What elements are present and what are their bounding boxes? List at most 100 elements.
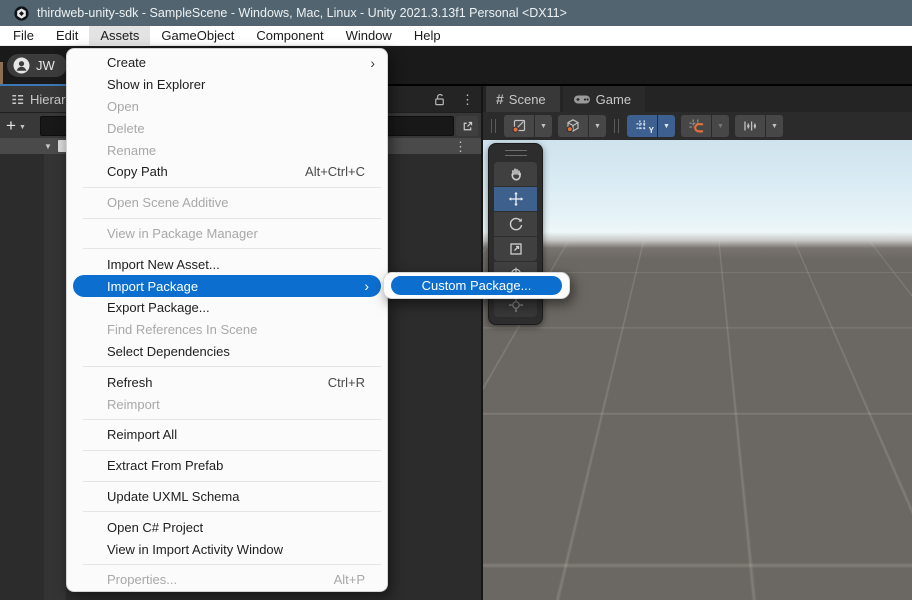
hierarchy-list-icon [10, 92, 25, 107]
submenu-arrow-icon: › [370, 56, 375, 70]
scene-row-kebab-icon[interactable]: ⋮ [454, 140, 467, 153]
add-object-button[interactable]: + ▼ [6, 113, 26, 139]
snap-toggle-button[interactable] [681, 115, 711, 137]
menu-item-custom-package[interactable]: Custom Package... [391, 276, 562, 295]
menu-window[interactable]: Window [335, 26, 403, 45]
hand-tool-icon [508, 166, 524, 182]
tab-game-label: Game [596, 92, 631, 107]
snap-increment-dropdown[interactable]: ▼ [766, 115, 783, 137]
menu-item-export-package[interactable]: Export Package... [67, 297, 387, 319]
toolbar-drag-handle[interactable] [491, 119, 496, 133]
menu-item-reimport: Reimport [67, 393, 387, 415]
menu-separator [83, 187, 381, 188]
shortcut-label: Ctrl+R [328, 375, 365, 390]
title-bar: thirdweb-unity-sdk - SampleScene - Windo… [0, 0, 912, 26]
menu-item-reimport-all[interactable]: Reimport All [67, 424, 387, 446]
tool-settings-icon [511, 118, 527, 134]
tool-settings-button[interactable] [504, 115, 534, 137]
tab-game[interactable]: Game [563, 86, 645, 112]
import-package-submenu: Custom Package... [383, 272, 570, 299]
menu-item-create[interactable]: Create › [67, 52, 387, 74]
ground-grid [482, 140, 912, 237]
menu-separator [83, 366, 381, 367]
menu-item-update-uxml-schema[interactable]: Update UXML Schema [67, 486, 387, 508]
menu-component[interactable]: Component [245, 26, 334, 45]
custom-tool-icon [508, 297, 524, 313]
window-title: thirdweb-unity-sdk - SampleScene - Windo… [37, 6, 567, 20]
menu-bar: File Edit Assets GameObject Component Wi… [0, 26, 912, 46]
menu-separator [83, 248, 381, 249]
scene-viewport[interactable] [482, 140, 912, 600]
submenu-arrow-icon: › [364, 279, 369, 293]
unity-window: thirdweb-unity-sdk - SampleScene - Windo… [0, 0, 912, 600]
menu-assets[interactable]: Assets [89, 26, 150, 45]
snap-dropdown: ▼ [712, 115, 729, 137]
grid-toggle-icon [635, 119, 650, 134]
account-label: JW [36, 58, 55, 73]
grid-icon: # [496, 91, 504, 107]
menu-file[interactable]: File [2, 26, 45, 45]
menu-item-properties: Properties... Alt+P [67, 569, 387, 591]
shortcut-label: Alt+P [334, 572, 365, 587]
tab-scene-label: Scene [509, 92, 546, 107]
menu-item-refresh[interactable]: Refresh Ctrl+R [67, 371, 387, 393]
view-options-dropdown[interactable]: ▼ [589, 115, 606, 137]
scene-view-panel: # Scene Game [482, 86, 912, 600]
menu-item-rename: Rename [67, 139, 387, 161]
shortcut-label: Alt+Ctrl+C [305, 164, 365, 179]
grid-visibility-dropdown[interactable]: ▼ [658, 115, 675, 137]
menu-separator [83, 481, 381, 482]
menu-item-find-references-in-scene: Find References In Scene [67, 319, 387, 341]
scene-tabstrip: # Scene Game [482, 86, 912, 112]
pick-open-icon [461, 120, 474, 133]
menu-item-open: Open [67, 96, 387, 118]
tool-settings-dropdown[interactable]: ▼ [535, 115, 552, 137]
snap-increment-icon [742, 118, 758, 134]
rotate-tool-button[interactable] [494, 212, 537, 236]
menu-item-import-package[interactable]: Import Package › [73, 275, 381, 297]
menu-separator [83, 511, 381, 512]
gamepad-icon [573, 92, 591, 106]
menu-help[interactable]: Help [403, 26, 452, 45]
menu-item-show-in-explorer[interactable]: Show in Explorer [67, 74, 387, 96]
kebab-menu-icon[interactable]: ⋮ [461, 93, 474, 106]
move-tool-button[interactable] [494, 187, 537, 211]
menu-item-extract-from-prefab[interactable]: Extract From Prefab [67, 455, 387, 477]
menu-separator [83, 564, 381, 565]
chevron-down-icon: ▼ [19, 121, 26, 131]
menu-item-view-in-import-activity-window[interactable]: View in Import Activity Window [67, 538, 387, 560]
collapse-arrow-icon[interactable]: ▼ [44, 142, 52, 151]
view-options-button[interactable] [558, 115, 588, 137]
person-icon [13, 57, 30, 74]
rect-tool-button[interactable] [494, 237, 537, 261]
pick-open-button[interactable] [456, 116, 478, 136]
toolbar-separator [614, 119, 619, 133]
unity-logo-icon [14, 6, 29, 21]
rect-tool-icon [508, 241, 524, 257]
grid-axis-label: Y [649, 126, 654, 135]
panel-divider[interactable] [481, 86, 483, 600]
hand-tool-button[interactable] [494, 162, 537, 186]
snap-increment-button[interactable] [735, 115, 765, 137]
menu-item-select-dependencies[interactable]: Select Dependencies [67, 341, 387, 363]
rotate-tool-icon [508, 216, 524, 232]
overlay-drag-handle[interactable] [505, 150, 527, 156]
move-tool-icon [508, 191, 524, 207]
menu-gameobject[interactable]: GameObject [150, 26, 245, 45]
snap-magnet-icon [688, 118, 704, 134]
scene-toolbar: ▼ ▼ Y ▼ [482, 112, 912, 140]
lock-open-icon[interactable] [432, 92, 447, 107]
account-button[interactable]: JW [7, 54, 67, 77]
view-options-icon [565, 118, 581, 134]
menu-item-open-csharp-project[interactable]: Open C# Project [67, 516, 387, 538]
menu-item-copy-path[interactable]: Copy Path Alt+Ctrl+C [67, 161, 387, 183]
menu-item-open-scene-additive: Open Scene Additive [67, 192, 387, 214]
menu-item-import-new-asset[interactable]: Import New Asset... [67, 253, 387, 275]
menu-separator [83, 419, 381, 420]
tab-scene[interactable]: # Scene [486, 86, 560, 112]
menu-separator [83, 450, 381, 451]
grid-visibility-button[interactable]: Y [627, 115, 657, 137]
menu-edit[interactable]: Edit [45, 26, 89, 45]
menu-item-view-in-package-manager: View in Package Manager [67, 223, 387, 245]
menu-separator [83, 218, 381, 219]
